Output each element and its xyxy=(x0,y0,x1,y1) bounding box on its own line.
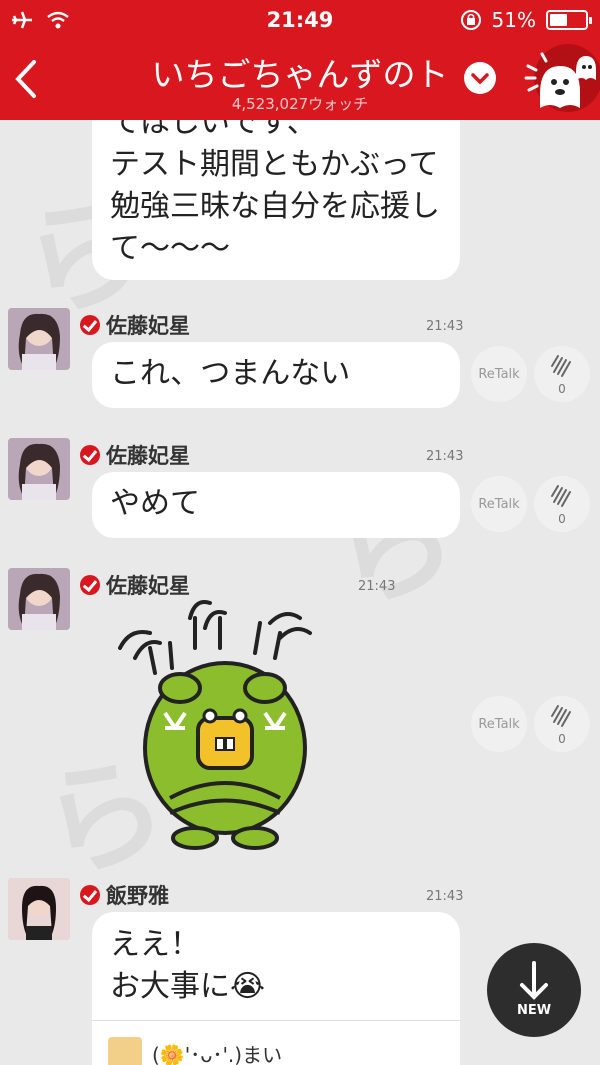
retalk-button[interactable]: ReTalk xyxy=(471,476,527,532)
message-time: 21:43 xyxy=(358,579,396,594)
message-text: やめて xyxy=(110,486,200,521)
verified-check-icon xyxy=(80,885,100,905)
message-text: ええ！ お大事に😭 xyxy=(110,927,266,1004)
new-button-label: NEW xyxy=(516,1003,552,1018)
frog-sticker[interactable] xyxy=(110,598,340,858)
message-time: 21:43 xyxy=(426,889,464,904)
message-bubble[interactable]: これ、つまんない xyxy=(92,342,460,408)
clap-button[interactable]: 0 xyxy=(534,696,590,752)
sender-name: 佐藤妃星 xyxy=(106,314,190,338)
clap-icon xyxy=(551,705,571,727)
clap-count: 0 xyxy=(558,732,566,746)
arrow-down-icon xyxy=(520,961,548,1000)
retalk-button[interactable]: ReTalk xyxy=(471,696,527,752)
message-bubble[interactable]: やめて xyxy=(92,472,460,538)
frog-sticker-image xyxy=(118,600,312,850)
clap-button[interactable]: 0 xyxy=(534,346,590,402)
avatar-image xyxy=(8,568,70,630)
sender-row: 佐藤妃星 xyxy=(80,310,190,340)
sender-name: 佐藤妃星 xyxy=(106,444,190,468)
clap-icon xyxy=(551,485,571,507)
sender-name: 佐藤妃星 xyxy=(106,574,190,598)
status-bar: 21:49 51% xyxy=(0,0,600,40)
message-time: 21:43 xyxy=(426,449,464,464)
avatar[interactable] xyxy=(8,438,70,500)
top-bar: 21:49 51% いちごちゃんずのト 4,523,027ウォッチ xyxy=(0,0,600,120)
clap-button[interactable]: 0 xyxy=(534,476,590,532)
rotation-lock-icon xyxy=(460,10,481,30)
sender-row: 佐藤妃星 xyxy=(80,440,190,470)
sender-name: 飯野雅 xyxy=(106,884,169,908)
avatar[interactable] xyxy=(8,878,70,940)
avatar-image xyxy=(8,308,70,370)
message-text: これ、つまんない xyxy=(110,356,351,391)
clap-count: 0 xyxy=(558,512,566,526)
clap-count: 0 xyxy=(558,382,566,396)
avatar[interactable] xyxy=(8,308,70,370)
chat-timeline[interactable]: ら ら ら てほしいです、 テスト期間ともかぶって 勉強三昧な自分を応援し て〜… xyxy=(0,120,600,1065)
retalk-button[interactable]: ReTalk xyxy=(471,346,527,402)
verified-check-icon xyxy=(80,315,100,335)
avatar-image xyxy=(8,438,70,500)
battery-icon xyxy=(546,10,592,30)
chevron-down-icon xyxy=(471,73,489,85)
new-messages-button[interactable]: NEW xyxy=(487,943,581,1037)
message-bubble[interactable]: てほしいです、 テスト期間ともかぶって 勉強三昧な自分を応援し て〜〜〜 xyxy=(92,120,460,280)
title-dropdown-button[interactable] xyxy=(464,62,496,94)
watch-count: 4,523,027ウォッチ xyxy=(231,95,369,113)
members-button[interactable] xyxy=(520,42,600,120)
sender-row: 佐藤妃星 xyxy=(80,570,190,600)
avatar[interactable] xyxy=(8,568,70,630)
page-title: いちごちゃんずのト xyxy=(151,55,449,94)
sender-row: 飯野雅 xyxy=(80,880,169,910)
reply-avatar xyxy=(108,1037,142,1065)
battery-percent: 51% xyxy=(491,8,536,32)
chat-header: いちごちゃんずのト 4,523,027ウォッチ xyxy=(0,40,600,120)
message-text: てほしいです、 テスト期間ともかぶって 勉強三昧な自分を応援し て〜〜〜 xyxy=(110,120,440,266)
avatar-image xyxy=(8,878,70,940)
clap-icon xyxy=(551,355,571,377)
reply-preview[interactable]: (🌼'･ᴗ･'.)まい xyxy=(92,1020,460,1065)
reply-sender-name: (🌼'･ᴗ･'.)まい xyxy=(152,1043,283,1065)
message-time: 21:43 xyxy=(426,319,464,334)
verified-check-icon xyxy=(80,575,100,595)
verified-check-icon xyxy=(80,445,100,465)
ghost-icon xyxy=(524,44,600,112)
